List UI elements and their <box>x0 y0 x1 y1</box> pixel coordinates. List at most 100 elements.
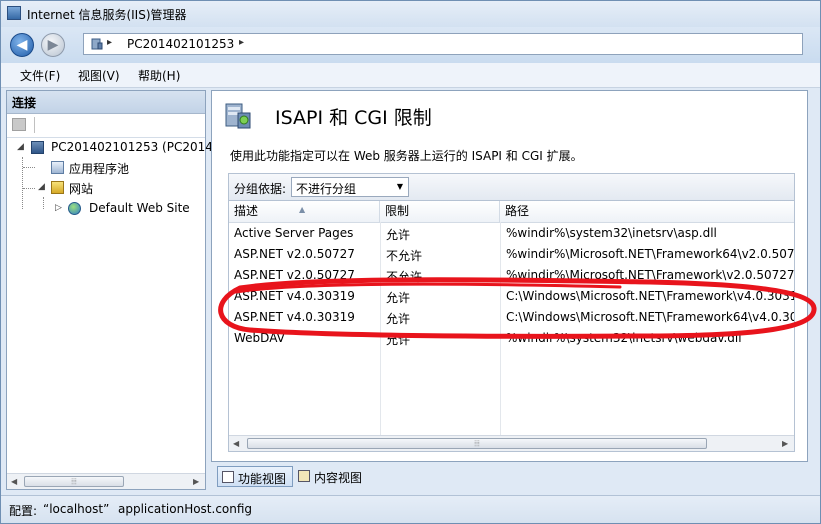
group-by-label: 分组依据: <box>234 182 287 196</box>
status-config-file: applicationHost.config <box>118 502 253 516</box>
menu-file[interactable]: 文件(F) <box>20 67 60 84</box>
scroll-thumb[interactable]: ⦙⦙⦙ <box>247 438 707 449</box>
cell-restriction: 允许 <box>386 291 411 305</box>
column-header-restriction[interactable]: 限制 <box>380 201 500 222</box>
back-arrow-icon: ◀ <box>16 37 28 53</box>
tree-item-default-web-site[interactable]: ▷ Default Web Site <box>53 200 203 218</box>
status-config-label: 配置: <box>9 504 38 518</box>
connect-icon[interactable] <box>12 118 26 131</box>
tree-line <box>22 157 23 209</box>
tree-line <box>23 188 35 189</box>
cell-description: Active Server Pages <box>234 226 354 240</box>
menu-view[interactable]: 视图(V) <box>78 67 120 84</box>
table-horizontal-scrollbar[interactable]: ◀ ⦙⦙⦙ ▶ <box>229 435 794 451</box>
status-bar: 配置: “localhost” applicationHost.config <box>1 495 820 523</box>
connections-panel: 连接 ◢ PC201402101253 (PC20140 应用程序池 ◢ 网站 … <box>6 90 221 490</box>
title-bar: Internet 信息服务(IIS)管理器 <box>1 1 820 27</box>
cell-restriction: 允许 <box>386 333 411 347</box>
collapse-toggle-icon[interactable]: ◢ <box>38 182 45 192</box>
view-switcher: 功能视图 内容视图 <box>211 464 808 490</box>
grip-icon: ⦙⦙⦙ <box>71 477 77 486</box>
scroll-left-icon[interactable]: ◀ <box>233 439 239 448</box>
page-title: ISAPI 和 CGI 限制 <box>275 107 432 129</box>
features-view-label: 功能视图 <box>238 472 287 486</box>
grip-icon: ⦙⦙⦙ <box>474 439 480 448</box>
address-bar[interactable]: ▸ PC201402101253 ▸ <box>83 33 803 55</box>
window-title: Internet 信息服务(IIS)管理器 <box>27 8 187 22</box>
features-view-tab[interactable]: 功能视图 <box>217 466 293 487</box>
cell-path: C:\Windows\Microsoft.NET\Framework\v4.0.… <box>506 289 795 303</box>
group-by-select[interactable]: 不进行分组 ▼ <box>291 177 409 197</box>
table-header: 描述 ▲ 限制 路径 <box>229 201 794 223</box>
tree-line <box>23 167 35 168</box>
application-pool-icon <box>51 161 64 174</box>
scroll-thumb[interactable]: ⦙⦙⦙ <box>24 476 124 487</box>
forward-arrow-icon: ▶ <box>47 37 59 53</box>
cell-restriction: 不允许 <box>386 249 423 263</box>
collapse-toggle-icon[interactable]: ◢ <box>17 142 24 152</box>
iis-app-icon <box>7 6 21 20</box>
server-icon <box>31 141 44 154</box>
group-by-value: 不进行分组 <box>296 182 357 196</box>
menu-bar: 文件(F) 视图(V) 帮助(H) <box>1 63 820 88</box>
connections-toolbar <box>7 113 205 138</box>
content-view-label: 内容视图 <box>314 471 363 485</box>
scroll-left-icon[interactable]: ◀ <box>11 477 17 486</box>
column-header-description[interactable]: 描述 ▲ <box>229 201 380 222</box>
navigation-bar: ◀ ▶ ▸ PC201402101253 ▸ <box>1 27 820 63</box>
scroll-right-icon[interactable]: ▶ <box>193 477 199 486</box>
feature-panel: ISAPI 和 CGI 限制 使用此功能指定可以在 Web 服务器上运行的 IS… <box>211 90 808 462</box>
dropdown-arrow-icon: ▼ <box>396 182 403 191</box>
tree-item-server[interactable]: ◢ PC201402101253 (PC20140 <box>15 139 221 157</box>
cell-description: ASP.NET v4.0.30319 <box>234 310 355 324</box>
content-view-icon <box>298 470 310 482</box>
isapi-cgi-icon <box>225 103 251 129</box>
table-row[interactable]: Active Server Pages 允许 %windir%\system32… <box>229 223 794 244</box>
content-view-tab[interactable]: 内容视图 <box>294 466 372 487</box>
tree-item-sites[interactable]: ◢ 网站 <box>35 179 195 197</box>
cell-restriction: 不允许 <box>386 270 423 284</box>
iis-manager-window: Internet 信息服务(IIS)管理器 ◀ ▶ ▸ PC2014021012… <box>0 0 821 524</box>
scroll-right-icon[interactable]: ▶ <box>782 439 788 448</box>
breadcrumb-chevron[interactable]: ▸ <box>239 37 244 48</box>
sites-folder-icon <box>51 181 64 194</box>
cell-description: ASP.NET v4.0.30319 <box>234 289 355 303</box>
cell-path: %windir%\system32\inetsrv\asp.dll <box>506 226 717 240</box>
tree-label-sites: 网站 <box>69 182 94 196</box>
connections-horizontal-scrollbar[interactable]: ◀ ⦙⦙⦙ ▶ <box>7 473 205 489</box>
cell-path: C:\Windows\Microsoft.NET\Framework64\v4.… <box>506 310 795 324</box>
restrictions-table: 描述 ▲ 限制 路径 Active Server Pages 允许 %windi… <box>228 200 795 452</box>
connections-header: 连接 <box>7 91 205 114</box>
back-button[interactable]: ◀ <box>10 33 34 57</box>
tree-line <box>43 197 44 209</box>
menu-help[interactable]: 帮助(H) <box>138 67 180 84</box>
toolbar-divider <box>34 117 35 133</box>
cell-description: ASP.NET v2.0.50727 <box>234 247 355 261</box>
tree-label-app-pools: 应用程序池 <box>69 162 130 176</box>
features-view-icon <box>222 471 234 483</box>
page-description: 使用此功能指定可以在 Web 服务器上运行的 ISAPI 和 CGI 扩展。 <box>230 149 583 163</box>
table-row[interactable]: ASP.NET v2.0.50727 不允许 %windir%\Microsof… <box>229 244 794 265</box>
column-header-path[interactable]: 路径 <box>500 201 794 222</box>
cell-restriction: 允许 <box>386 228 411 242</box>
forward-button[interactable]: ▶ <box>41 33 65 57</box>
tree-item-app-pools[interactable]: 应用程序池 <box>35 159 195 177</box>
sort-indicator-icon: ▲ <box>299 205 306 214</box>
group-by-bar: 分组依据: 不进行分组 ▼ <box>228 173 795 200</box>
table-row[interactable]: ASP.NET v4.0.30319 允许 C:\Windows\Microso… <box>229 286 795 307</box>
cell-description: WebDAV <box>234 331 285 345</box>
cell-restriction: 允许 <box>386 312 411 326</box>
breadcrumb-server[interactable]: PC201402101253 <box>127 37 234 51</box>
cell-path: %windir%\system32\inetsrv\webdav.dll <box>506 331 742 345</box>
cell-path: %windir%\Microsoft.NET\Framework\v2.0.50… <box>506 268 795 282</box>
table-row[interactable]: ASP.NET v2.0.50727 不允许 %windir%\Microsof… <box>229 265 795 286</box>
server-icon <box>91 38 103 50</box>
expand-toggle-icon[interactable]: ▷ <box>55 203 62 213</box>
table-row[interactable]: WebDAV 允许 %windir%\system32\inetsrv\webd… <box>229 328 794 349</box>
breadcrumb-separator[interactable]: ▸ <box>107 37 112 48</box>
table-row[interactable]: ASP.NET v4.0.30319 允许 C:\Windows\Microso… <box>229 307 795 328</box>
tree-label-server: PC201402101253 (PC20140 <box>51 140 221 154</box>
tree-label-default-web-site: Default Web Site <box>89 201 190 215</box>
globe-icon <box>68 202 81 215</box>
connections-title: 连接 <box>12 96 37 110</box>
